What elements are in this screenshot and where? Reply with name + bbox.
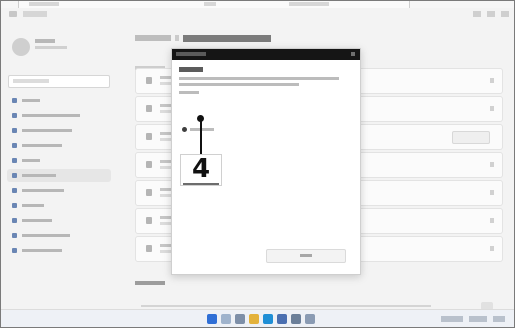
sidebar-item-selected[interactable] (7, 169, 111, 182)
row-icon (146, 133, 152, 140)
sidebar-item[interactable] (7, 244, 111, 257)
sidebar-item-label (22, 129, 72, 132)
sidebar-item-label (22, 219, 52, 222)
row-action-button[interactable] (452, 131, 490, 144)
dialog-action-label (300, 254, 312, 257)
sidebar-item-label (22, 174, 56, 177)
breadcrumb-separator-icon (175, 35, 179, 41)
sidebar-item-label (22, 159, 40, 162)
callout-dot (197, 115, 204, 122)
settings-titlebar (1, 8, 514, 22)
sidebar-nav (7, 94, 111, 259)
avatar[interactable] (12, 38, 30, 56)
chevron-right-icon (490, 246, 494, 251)
sidebar-item[interactable] (7, 229, 111, 242)
maximize-button[interactable] (487, 11, 495, 17)
sidebar-item[interactable] (7, 139, 111, 152)
profile-email (35, 46, 67, 49)
step-underline (183, 183, 219, 185)
sidebar-item-label (22, 234, 70, 237)
nav-icon (12, 218, 17, 223)
profile-name (35, 39, 55, 43)
dialog-text-line (179, 77, 339, 80)
start-icon[interactable] (207, 314, 217, 324)
sidebar-item[interactable] (7, 199, 111, 212)
screen-frame: 4 (0, 0, 515, 328)
dialog-title (176, 52, 206, 56)
nav-icon (12, 158, 17, 163)
store-icon[interactable] (277, 314, 287, 324)
row-icon (146, 77, 152, 84)
chevron-right-icon (490, 78, 494, 83)
nav-icon (12, 143, 17, 148)
sidebar-item[interactable] (7, 214, 111, 227)
chevron-right-icon (490, 218, 494, 223)
sidebar-item-label (22, 189, 64, 192)
sidebar-item-label (22, 114, 80, 117)
settings-icon[interactable] (291, 314, 301, 324)
sidebar-item[interactable] (7, 124, 111, 137)
sidebar-item[interactable] (7, 154, 111, 167)
close-button[interactable] (501, 11, 509, 17)
row-icon (146, 105, 152, 112)
search-input[interactable] (8, 75, 110, 88)
page-title (183, 35, 271, 42)
sidebar-item-label (22, 99, 40, 102)
sidebar-item-label (22, 144, 62, 147)
taskbar (1, 309, 514, 327)
back-arrow-icon[interactable] (9, 11, 17, 17)
nav-icon (12, 173, 17, 178)
background-window-tab (204, 2, 216, 6)
chevron-right-icon (490, 190, 494, 195)
row-icon (146, 245, 152, 252)
close-icon[interactable] (351, 52, 355, 56)
file-explorer-icon[interactable] (249, 314, 259, 324)
system-tray-icons[interactable] (441, 316, 463, 322)
browser-icon[interactable] (263, 314, 273, 324)
radio-label (190, 128, 214, 131)
step-number: 4 (191, 154, 211, 184)
nav-icon (12, 98, 17, 103)
step-callout: 4 (180, 154, 222, 186)
minimize-button[interactable] (473, 11, 481, 17)
sidebar-item[interactable] (7, 94, 111, 107)
dialog-text-line (179, 83, 299, 86)
notification-icon[interactable] (493, 316, 505, 322)
breadcrumb-parent[interactable] (135, 35, 171, 41)
section-heading (135, 281, 165, 285)
app-icon[interactable] (305, 314, 315, 324)
callout-line (200, 118, 202, 154)
background-window-tab (289, 2, 329, 6)
task-view-icon[interactable] (235, 314, 245, 324)
nav-icon (12, 233, 17, 238)
radio-button[interactable] (182, 127, 187, 132)
settings-window: 4 (1, 8, 514, 310)
nav-icon (12, 248, 17, 253)
sidebar-item[interactable] (7, 184, 111, 197)
window-title (23, 11, 47, 17)
row-icon (146, 189, 152, 196)
dialog-heading (179, 67, 203, 72)
sidebar-item-label (22, 249, 62, 252)
sidebar-item-label (22, 204, 44, 207)
row-icon (146, 161, 152, 168)
slider-track[interactable] (141, 305, 431, 307)
search-icon[interactable] (221, 314, 231, 324)
nav-icon (12, 128, 17, 133)
nav-icon (12, 113, 17, 118)
dialog-titlebar (172, 49, 360, 60)
chevron-down-icon (490, 106, 494, 111)
search-placeholder (13, 79, 49, 83)
row-icon (146, 217, 152, 224)
nav-icon (12, 203, 17, 208)
chevron-right-icon (490, 162, 494, 167)
background-window-tab (29, 2, 59, 6)
dialog-action-button[interactable] (266, 249, 346, 263)
clock[interactable] (469, 316, 487, 322)
sidebar-item[interactable] (7, 109, 111, 122)
nav-icon (12, 188, 17, 193)
dialog-text-line (179, 91, 199, 94)
